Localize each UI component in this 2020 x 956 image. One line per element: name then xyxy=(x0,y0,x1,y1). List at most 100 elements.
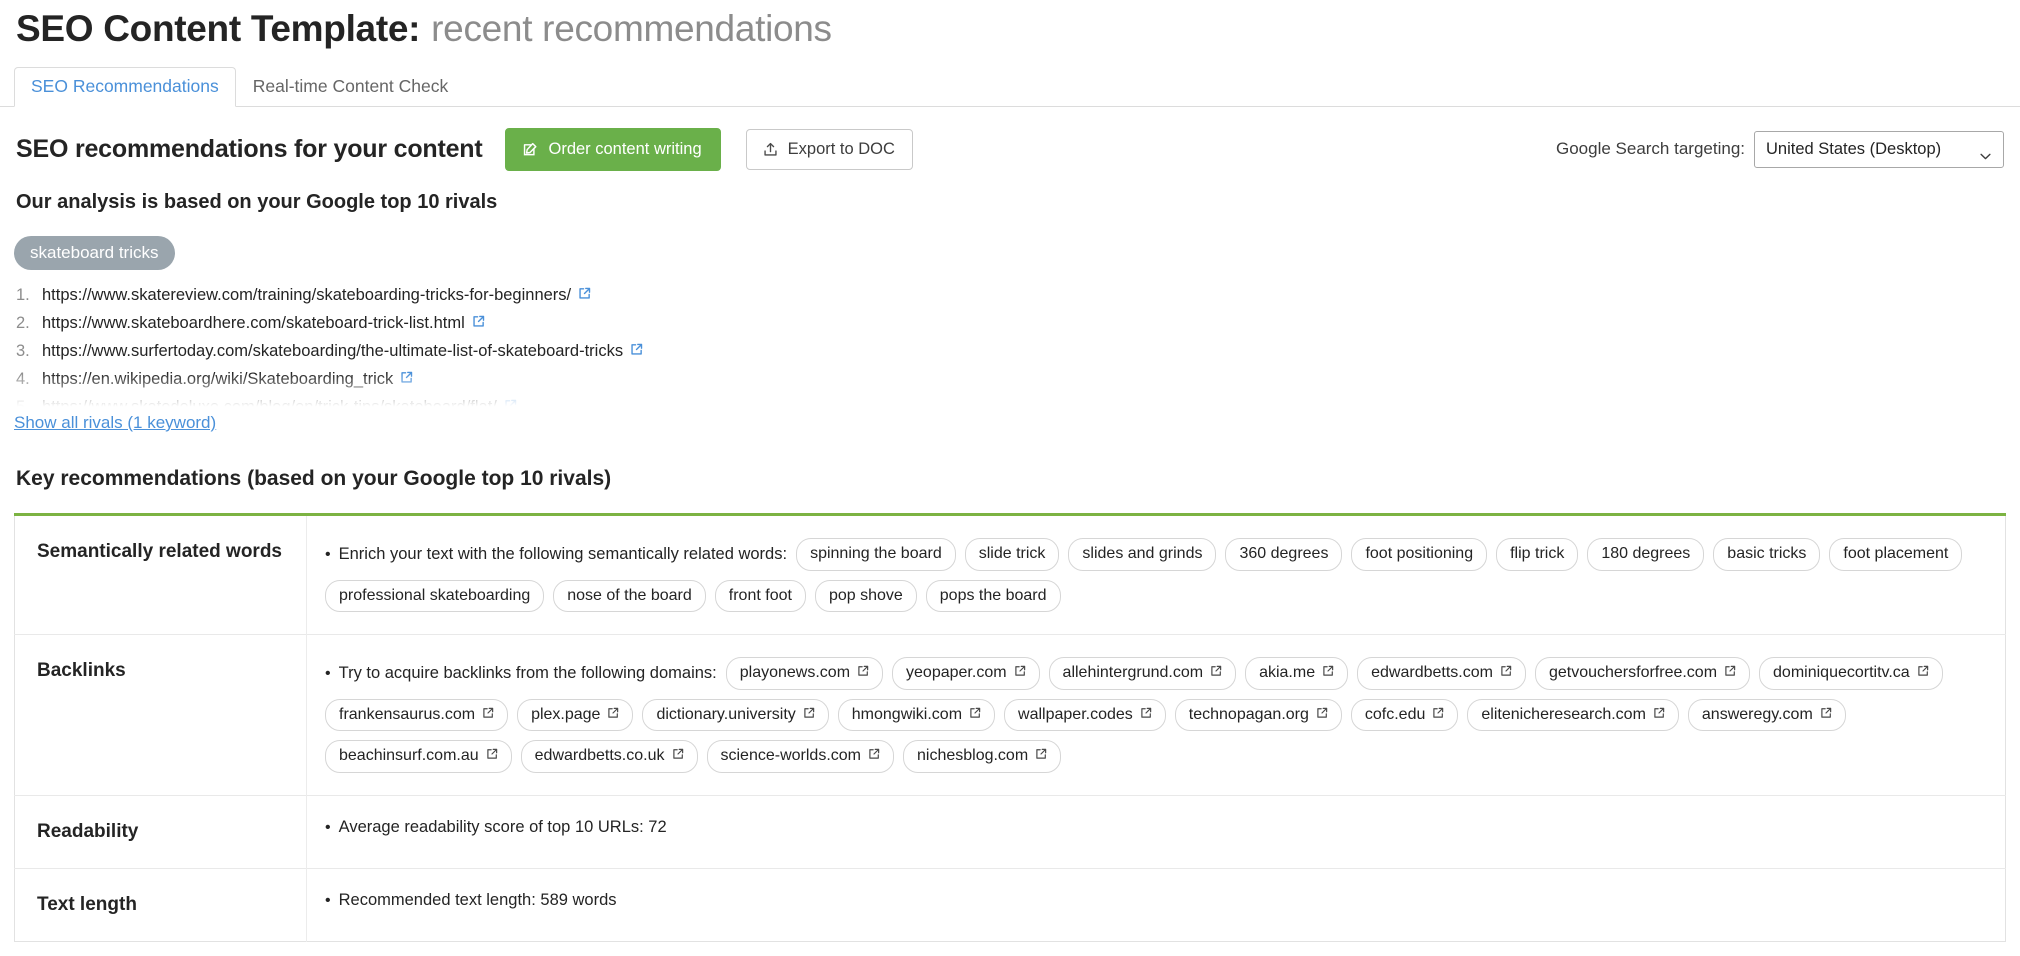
bullet-icon: • xyxy=(325,664,331,682)
table-row: Semantically related words • Enrich your… xyxy=(14,514,2006,635)
rival-url: https://www.skatedeluxe.com/blog/en/tric… xyxy=(42,398,497,411)
list-item: 3. https://www.surfertoday.com/skateboar… xyxy=(0,342,2020,370)
backlink-domain-pill[interactable]: allehintergrund.com xyxy=(1048,657,1237,690)
page-title-main: SEO Content Template: xyxy=(16,8,421,49)
backlink-domain-pill[interactable]: plex.page xyxy=(517,698,634,732)
bullet-icon: • xyxy=(325,891,331,909)
semantic-word-pill: pops the board xyxy=(925,579,1061,613)
table-row: Readability • Average readability score … xyxy=(14,795,2006,869)
external-link-icon xyxy=(1322,664,1334,682)
row-label: Semantically related words xyxy=(14,514,307,635)
backlink-domain-pill[interactable]: hmongwiki.com xyxy=(837,698,996,732)
backlink-domain-pill[interactable]: akia.me xyxy=(1245,657,1349,690)
semantic-word-pill: pop shove xyxy=(814,579,917,613)
bullet-icon: • xyxy=(325,818,331,836)
external-link-icon xyxy=(486,747,498,765)
backlink-domain-pill[interactable]: edwardbetts.co.uk xyxy=(520,740,698,773)
page-title-subject: recent recommendations xyxy=(431,8,832,49)
semantic-word-pill: 180 degrees xyxy=(1587,538,1705,571)
list-item: 2. https://www.skateboardhere.com/skateb… xyxy=(0,314,2020,342)
backlink-domain-pill[interactable]: dictionary.university xyxy=(642,698,829,732)
rival-url: https://www.skateboardhere.com/skateboar… xyxy=(42,314,465,332)
google-search-targeting: Google Search targeting: United States (… xyxy=(1555,130,2004,168)
semantic-word-pill: slides and grinds xyxy=(1068,538,1217,571)
tab-real-time-content-check[interactable]: Real-time Content Check xyxy=(236,67,466,108)
external-link-icon xyxy=(1035,747,1047,765)
keyword-chip-row: skateboard tricks xyxy=(0,214,2020,270)
external-link-icon xyxy=(1653,706,1665,724)
semantic-word-pill: flip trick xyxy=(1496,538,1579,571)
external-link-icon xyxy=(1500,664,1512,682)
external-link-icon xyxy=(857,664,869,682)
keyword-chip[interactable]: skateboard tricks xyxy=(14,236,175,270)
rival-index: 3. xyxy=(16,342,30,360)
targeting-selected-value: United States (Desktop) xyxy=(1766,139,1942,158)
external-link-icon xyxy=(1820,706,1832,724)
table-row: Backlinks • Try to acquire backlinks fro… xyxy=(14,634,2006,796)
backlink-domain-pill[interactable]: elitenicheresearch.com xyxy=(1467,698,1679,732)
semantic-word-pill: professional skateboarding xyxy=(325,579,545,613)
external-link-icon[interactable] xyxy=(578,286,591,305)
external-link-icon[interactable] xyxy=(630,342,643,361)
page-title: SEO Content Template: recent recommendat… xyxy=(0,0,2020,58)
table-row: Text length • Recommended text length: 5… xyxy=(14,868,2006,942)
backlink-domain-pill[interactable]: edwardbetts.com xyxy=(1357,657,1526,690)
backlink-domain-pill[interactable]: technopagan.org xyxy=(1174,698,1342,732)
external-link-icon xyxy=(1316,706,1328,724)
order-content-writing-button[interactable]: Order content writing xyxy=(505,127,721,171)
backlink-domain-pill[interactable]: dominiquecortitv.ca xyxy=(1759,657,1943,690)
compose-icon xyxy=(522,141,539,158)
chevron-down-icon xyxy=(1980,146,1991,159)
backlink-domain-pill[interactable]: nichesblog.com xyxy=(902,740,1062,773)
section-title: SEO recommendations for your content xyxy=(16,134,483,163)
external-link-icon xyxy=(969,706,981,724)
export-to-doc-button[interactable]: Export to DOC xyxy=(745,128,913,170)
targeting-label: Google Search targeting: xyxy=(1555,139,1745,158)
row-label: Backlinks xyxy=(14,634,307,796)
rival-index: 1. xyxy=(16,286,30,304)
row-body: • Recommended text length: 589 words xyxy=(307,868,2006,941)
show-all-rivals-link[interactable]: Show all rivals (1 keyword) xyxy=(14,413,216,433)
row-body: • Enrich your text with the following se… xyxy=(307,515,2006,635)
backlink-domain-pill[interactable]: frankensaurus.com xyxy=(325,698,509,732)
targeting-select[interactable]: United States (Desktop) xyxy=(1754,130,2004,168)
tab-bar: SEO Recommendations Real-time Content Ch… xyxy=(0,64,2020,107)
analysis-heading: Our analysis is based on your Google top… xyxy=(16,191,498,213)
external-link-icon xyxy=(672,747,684,765)
backlink-domain-pill[interactable]: cofc.edu xyxy=(1350,698,1459,732)
seo-content-template-page: SEO Content Template: recent recommendat… xyxy=(0,0,2020,956)
rival-url: https://www.surfertoday.com/skateboardin… xyxy=(42,342,624,360)
backlink-domain-pill[interactable]: answeregy.com xyxy=(1687,698,1846,732)
backlink-domain-pill[interactable]: wallpaper.codes xyxy=(1004,698,1166,732)
backlink-domain-pill[interactable]: getvouchersforfree.com xyxy=(1534,657,1751,690)
backlink-domain-pill[interactable]: playonews.com xyxy=(725,657,884,690)
tab-seo-recommendations[interactable]: SEO Recommendations xyxy=(14,66,236,107)
list-item: 4. https://en.wikipedia.org/wiki/Skatebo… xyxy=(0,370,2020,398)
list-item: 5. https://www.skatedeluxe.com/blog/en/t… xyxy=(0,398,2020,411)
rival-index: 2. xyxy=(16,314,30,332)
backlink-domain-pill[interactable]: science-worlds.com xyxy=(706,740,894,773)
rival-url: https://en.wikipedia.org/wiki/Skateboard… xyxy=(42,370,394,388)
external-link-icon xyxy=(1917,664,1929,682)
external-link-icon[interactable] xyxy=(472,314,485,333)
bullet-icon: • xyxy=(325,545,331,563)
list-item: 1. https://www.skatereview.com/training/… xyxy=(0,286,2020,314)
external-link-icon[interactable] xyxy=(400,370,413,389)
external-link-icon[interactable] xyxy=(504,398,517,411)
semantic-word-pill: foot placement xyxy=(1829,538,1963,571)
row-body: • Average readability score of top 10 UR… xyxy=(307,795,2006,868)
backlink-domain-pill[interactable]: beachinsurf.com.au xyxy=(325,740,512,773)
row-label: Text length xyxy=(14,868,307,942)
row-lead-text: • Try to acquire backlinks from the foll… xyxy=(325,663,717,682)
semantic-word-pill: nose of the board xyxy=(553,579,706,613)
semantic-word-pill: 360 degrees xyxy=(1225,538,1343,571)
external-link-icon xyxy=(868,747,880,765)
rival-index: 4. xyxy=(16,370,30,388)
backlink-domain-pill[interactable]: yeopaper.com xyxy=(892,657,1040,690)
rival-url: https://www.skatereview.com/training/ska… xyxy=(42,286,572,304)
external-link-icon xyxy=(803,706,815,724)
semantic-words-line: • Enrich your text with the following se… xyxy=(325,538,1987,613)
text-length-text: Recommended text length: 589 words xyxy=(338,890,617,909)
order-content-writing-label: Order content writing xyxy=(548,139,702,158)
external-link-icon xyxy=(607,706,619,724)
